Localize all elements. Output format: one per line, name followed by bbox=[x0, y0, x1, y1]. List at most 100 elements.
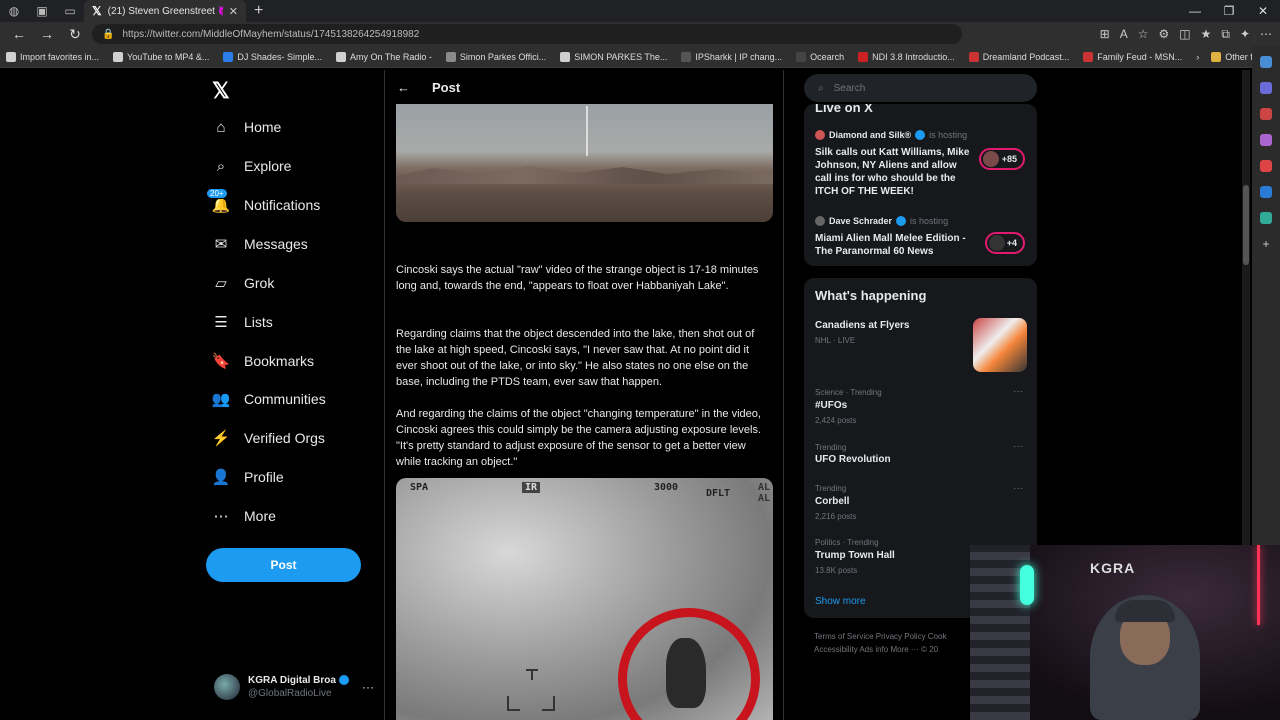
page-scroll-thumb[interactable] bbox=[1243, 185, 1249, 265]
bookmark-item[interactable]: NDI 3.8 Introductio... bbox=[858, 51, 955, 62]
nav-item-grok[interactable]: ▱ Grok bbox=[212, 274, 274, 292]
trend-sub-2: 2,424 posts bbox=[815, 416, 857, 425]
collections-icon[interactable]: ⧉ bbox=[1221, 27, 1230, 42]
minimize-icon[interactable]: — bbox=[1178, 4, 1212, 18]
post-image-desert[interactable] bbox=[396, 104, 773, 222]
bookmarks-bar: Import favorites in... YouTube to MP4 &..… bbox=[0, 46, 1280, 68]
office-icon[interactable] bbox=[1260, 160, 1272, 172]
lock-icon[interactable]: 🔒 bbox=[102, 29, 114, 40]
live-host-1[interactable]: Diamond and Silk® is hosting bbox=[815, 130, 967, 140]
shopping-icon[interactable] bbox=[1260, 82, 1272, 94]
copilot-icon[interactable]: ✦ bbox=[1240, 27, 1250, 42]
bookmark-item[interactable]: Dreamland Podcast... bbox=[968, 51, 1069, 62]
outlook-icon[interactable] bbox=[1260, 186, 1272, 198]
games-icon[interactable] bbox=[1260, 134, 1272, 146]
trend-name-3[interactable]: UFO Revolution bbox=[815, 454, 891, 465]
trend-name-2[interactable]: #UFOs bbox=[815, 400, 847, 411]
workspaces-icon[interactable]: ▣ bbox=[28, 0, 56, 22]
favorites-icon[interactable]: ★ bbox=[1201, 27, 1212, 42]
tools-icon[interactable] bbox=[1260, 108, 1272, 120]
bookmark-item[interactable]: SIMON PARKES The... bbox=[560, 51, 667, 62]
page-title: Post bbox=[432, 79, 461, 95]
trend-image-hockey[interactable] bbox=[973, 318, 1027, 372]
post-button[interactable]: Post bbox=[206, 548, 361, 582]
trend-more-icon[interactable]: ··· bbox=[1013, 386, 1023, 397]
x-logo-icon[interactable]: 𝕏 bbox=[212, 78, 230, 104]
tower-graphic bbox=[586, 106, 588, 156]
live-listeners-pill-2[interactable]: +4 bbox=[985, 232, 1025, 254]
nav-label: Grok bbox=[244, 275, 275, 291]
nav-item-more[interactable]: ⋯ More bbox=[212, 507, 276, 525]
bookmark-favicon-icon bbox=[113, 51, 124, 62]
trend-more-icon[interactable]: ··· bbox=[1013, 483, 1023, 494]
browser-tab[interactable]: 𝕏 (21) Steven Greenstreet 👿 on X ✕ bbox=[84, 0, 246, 22]
trend-name-1[interactable]: Canadiens at Flyers bbox=[815, 320, 909, 331]
refresh-icon[interactable]: ↻ bbox=[64, 26, 86, 43]
hud-ir: IR bbox=[522, 482, 541, 493]
more-options-icon[interactable]: ··· bbox=[362, 680, 374, 694]
tab-close-icon[interactable]: ✕ bbox=[229, 5, 238, 18]
back-arrow-icon[interactable]: ← bbox=[397, 80, 410, 95]
bookmark-favicon-icon bbox=[968, 51, 979, 62]
read-aloud-icon[interactable]: A bbox=[1120, 27, 1128, 42]
nav-item-bookmarks[interactable]: 🔖 Bookmarks bbox=[212, 352, 314, 370]
notification-badge: 20+ bbox=[206, 188, 228, 199]
split-screen-icon[interactable]: ◫ bbox=[1179, 27, 1190, 42]
account-switcher[interactable]: KGRA Digital Broa @GlobalRadioLive ··· bbox=[214, 674, 374, 700]
communities-icon: 👥 bbox=[211, 391, 231, 408]
webcam-sign: KGRA bbox=[1090, 560, 1136, 576]
new-tab-icon[interactable]: + bbox=[246, 2, 271, 20]
profile-globe-icon[interactable]: ◍ bbox=[0, 0, 28, 22]
nav-item-communities[interactable]: 👥 Communities bbox=[212, 390, 326, 408]
mountains-graphic bbox=[396, 166, 773, 184]
live-host-2[interactable]: Dave Schrader is hosting bbox=[815, 216, 948, 226]
close-window-icon[interactable]: ✕ bbox=[1246, 4, 1280, 18]
nav-item-explore[interactable]: ⌕ Explore bbox=[212, 157, 292, 175]
send-icon[interactable] bbox=[1260, 212, 1272, 224]
post-column: ← Post Cincoski says the actual "raw" vi… bbox=[384, 70, 784, 720]
url-input[interactable]: 🔒 https://twitter.com/MiddleOfMayhem/sta… bbox=[92, 24, 962, 44]
bookmarks-overflow-icon[interactable]: › bbox=[1196, 52, 1199, 62]
forward-icon[interactable]: → bbox=[36, 26, 58, 42]
settings-more-icon[interactable]: ⋯ bbox=[1260, 27, 1272, 42]
bookmark-item[interactable]: IPSharkk | IP chang... bbox=[681, 51, 782, 62]
bookmark-item[interactable]: Amy On The Radio - bbox=[335, 51, 432, 62]
nav-item-profile[interactable]: 👤 Profile bbox=[212, 468, 284, 486]
search-sidebar-icon[interactable] bbox=[1260, 56, 1272, 68]
back-icon[interactable]: ← bbox=[8, 26, 30, 42]
tab-actions-icon[interactable]: ▭ bbox=[56, 0, 84, 22]
search-icon: ⌕ bbox=[818, 82, 824, 94]
live-title: Live on X bbox=[815, 104, 873, 115]
bookmark-favicon-icon bbox=[681, 51, 692, 62]
nav-item-messages[interactable]: ✉ Messages bbox=[212, 235, 308, 253]
footer-links[interactable]: Terms of Service Privacy Policy Cook Acc… bbox=[814, 630, 984, 656]
live-text-1[interactable]: Silk calls out Katt Williams, Mike Johns… bbox=[815, 146, 975, 198]
nav-item-lists[interactable]: ☰ Lists bbox=[212, 313, 273, 331]
trend-more-icon[interactable]: ··· bbox=[1013, 441, 1023, 452]
bookmark-label: Import favorites in... bbox=[20, 51, 100, 62]
trend-name-4[interactable]: Corbell bbox=[815, 496, 849, 507]
bookmark-favicon-icon bbox=[445, 51, 456, 62]
show-more-link[interactable]: Show more bbox=[815, 596, 866, 607]
nav-item-verified-orgs[interactable]: ⚡ Verified Orgs bbox=[212, 429, 325, 447]
bookmark-item[interactable]: DJ Shades- Simple... bbox=[223, 51, 322, 62]
bookmark-item[interactable]: Simon Parkes Offici... bbox=[445, 51, 546, 62]
bookmark-item[interactable]: Import favorites in... bbox=[6, 51, 100, 62]
post-image-thermal[interactable]: SPA IR 3000 DFLT AL AL bbox=[396, 478, 773, 720]
add-sidebar-icon[interactable]: + bbox=[1260, 238, 1272, 250]
live-listeners-pill-1[interactable]: +85 bbox=[979, 148, 1025, 170]
bookmark-label: Ocearch bbox=[810, 51, 845, 62]
search-input[interactable]: ⌕ Search bbox=[804, 74, 1037, 102]
trend-meta-5: Politics · Trending bbox=[815, 538, 879, 547]
nav-item-notifications[interactable]: 🔔 20+ Notifications bbox=[206, 188, 320, 214]
bookmark-item[interactable]: Family Feud - MSN... bbox=[1083, 51, 1182, 62]
apps-icon[interactable]: ⊞ bbox=[1100, 27, 1110, 42]
bookmark-item[interactable]: Ocearch bbox=[796, 51, 845, 62]
favorite-star-icon[interactable]: ☆ bbox=[1138, 27, 1149, 42]
extensions-icon[interactable]: ⚙ bbox=[1158, 27, 1169, 42]
live-text-2[interactable]: Miami Alien Mall Melee Edition - The Par… bbox=[815, 232, 980, 258]
nav-item-home[interactable]: ⌂ Home bbox=[212, 118, 281, 136]
trend-name-5[interactable]: Trump Town Hall bbox=[815, 550, 895, 561]
bookmark-item[interactable]: YouTube to MP4 &... bbox=[113, 51, 209, 62]
restore-icon[interactable]: ❐ bbox=[1212, 4, 1246, 18]
